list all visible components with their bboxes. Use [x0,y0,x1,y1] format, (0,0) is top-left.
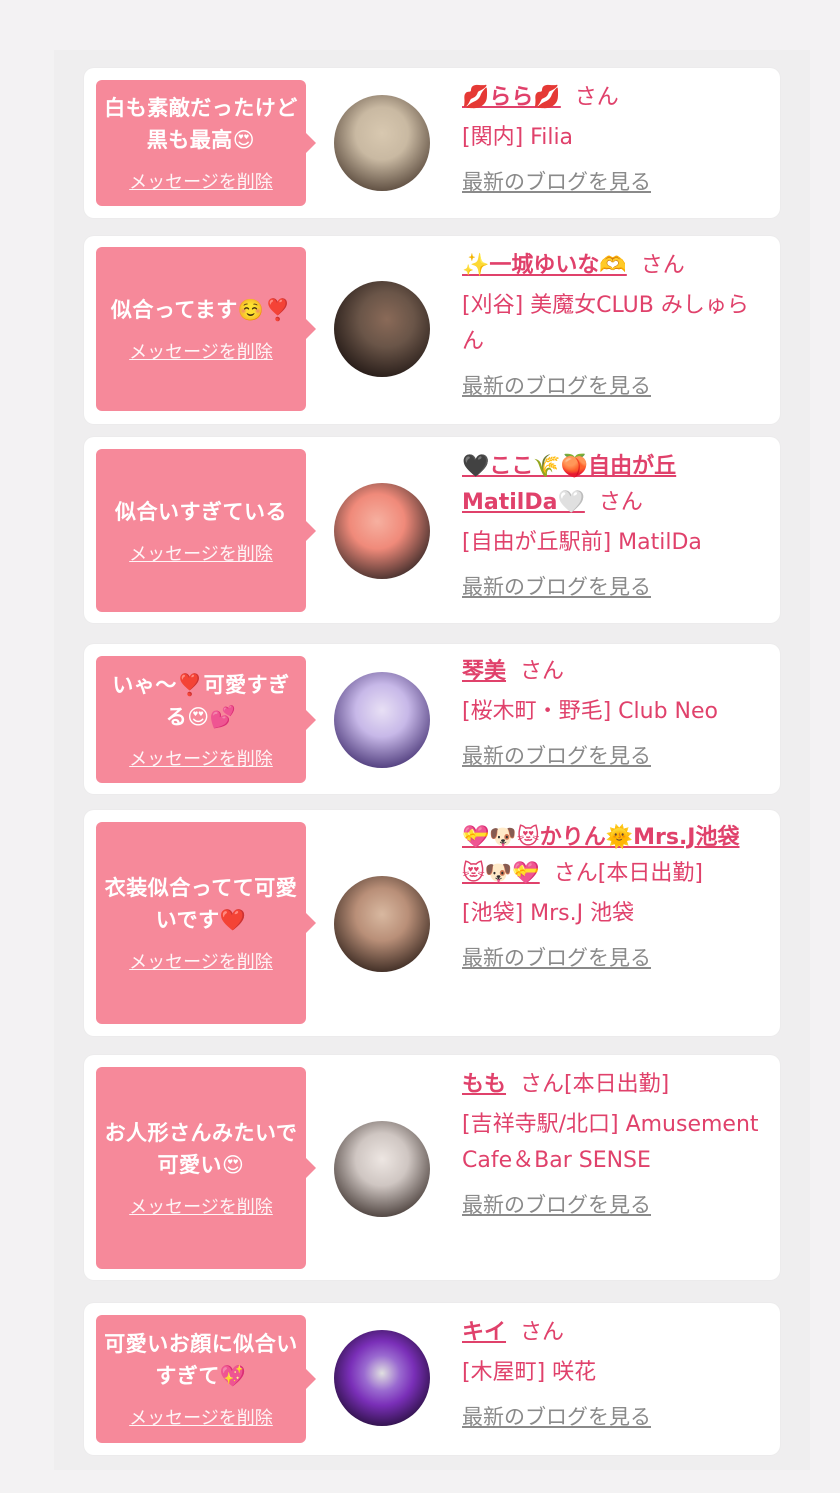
avatar[interactable] [334,876,430,972]
delete-message-link[interactable]: メッセージを削除 [129,540,273,566]
girl-name-link[interactable]: もも [462,1072,506,1097]
message-card: 似合いすぎている メッセージを削除 🖤ここ🌾🍑自由が丘MatilDa🤍 さん [自… [84,437,780,623]
honorific-text: さん [520,1072,565,1097]
message-text: 似合いすぎている [115,499,287,524]
delete-message-link[interactable]: メッセージを削除 [129,948,273,974]
delete-message-link[interactable]: メッセージを削除 [129,338,273,364]
girl-name-link[interactable]: 💋らら💋 [462,85,561,110]
message-card: 白も素敵だったけど黒も最高😍 メッセージを削除 💋らら💋 さん [関内] Fili… [84,68,780,218]
girl-name-link[interactable]: ✨一城ゆいな🫶 [462,253,627,278]
message-card: 可愛いお顔に似合いすぎて💖 メッセージを削除 キイ さん [木屋町] 咲花 最新の… [84,1303,780,1455]
delete-message-link[interactable]: メッセージを削除 [129,1404,273,1430]
status-text: [本日出勤] [564,1072,670,1097]
delete-message-link[interactable]: メッセージを削除 [129,168,273,194]
message-bubble: 可愛いお顔に似合いすぎて💖 メッセージを削除 [96,1315,316,1443]
honorific-text: さん [553,861,598,886]
message-card: いゃ〜❣️可愛すぎる😍💕 メッセージを削除 琴美 さん [桜木町・野毛] Club… [84,644,780,794]
latest-blog-link[interactable]: 最新のブログを見る [462,1401,651,1431]
girl-name-link[interactable]: キイ [462,1320,506,1345]
avatar[interactable] [334,1330,430,1426]
girl-name-link[interactable]: 🖤ここ🌾🍑自由が丘MatilDa🤍 [462,454,676,515]
message-card: お人形さんみたいで可愛い😍 メッセージを削除 もも さん[本日出勤] [吉祥寺駅/… [84,1055,780,1280]
delete-message-link[interactable]: メッセージを削除 [129,1193,273,1219]
avatar[interactable] [334,281,430,377]
message-text: お人形さんみたいで可愛い😍 [104,1121,298,1177]
avatar[interactable] [334,672,430,768]
shop-text: [自由が丘駅前] MatilDa [462,530,702,555]
avatar[interactable] [334,95,430,191]
status-text: [本日出勤] [597,861,703,886]
shop-text: [池袋] Mrs.J 池袋 [462,901,635,926]
honorific-text: さん [520,659,565,684]
message-text: 可愛いお顔に似合いすぎて💖 [104,1332,298,1388]
shop-text: [関内] Filia [462,125,574,150]
message-text: いゃ〜❣️可愛すぎる😍💕 [112,672,290,729]
latest-blog-link[interactable]: 最新のブログを見る [462,166,651,196]
girl-name-link[interactable]: 琴美 [462,659,506,684]
shop-text: [刈谷] 美魔女CLUB みしゅらん [462,293,749,354]
latest-blog-link[interactable]: 最新のブログを見る [462,740,651,770]
message-text: 白も素敵だったけど黒も最高😍 [104,96,298,152]
latest-blog-link[interactable]: 最新のブログを見る [462,370,651,400]
message-bubble: 白も素敵だったけど黒も最高😍 メッセージを削除 [96,80,316,206]
latest-blog-link[interactable]: 最新のブログを見る [462,571,651,601]
latest-blog-link[interactable]: 最新のブログを見る [462,942,651,972]
shop-text: [木屋町] 咲花 [462,1360,597,1385]
honorific-text: さん [520,1320,565,1345]
message-text: 似合ってます☺️❣️ [110,298,292,322]
delete-message-link[interactable]: メッセージを削除 [129,745,273,771]
avatar[interactable] [334,483,430,579]
message-bubble: 似合ってます☺️❣️ メッセージを削除 [96,247,316,411]
honorific-text: さん [640,253,685,278]
message-bubble: 似合いすぎている メッセージを削除 [96,449,316,612]
message-text: 衣装似合ってて可愛いです❤️ [104,876,298,932]
message-bubble: お人形さんみたいで可愛い😍 メッセージを削除 [96,1067,316,1269]
shop-text: [桜木町・野毛] Club Neo [462,699,718,724]
honorific-text: さん [574,85,619,110]
shop-text: [吉祥寺駅/北口] Amusement Cafe＆Bar SENSE [462,1112,759,1173]
message-card: 似合ってます☺️❣️ メッセージを削除 ✨一城ゆいな🫶 さん [刈谷] 美魔女CL… [84,236,780,424]
honorific-text: さん [598,490,643,515]
message-bubble: 衣装似合ってて可愛いです❤️ メッセージを削除 [96,822,316,1024]
message-card: 衣装似合ってて可愛いです❤️ メッセージを削除 💝🐶😻かりん🌞Mrs.J池袋😻🐶… [84,810,780,1036]
latest-blog-link[interactable]: 最新のブログを見る [462,1189,651,1219]
avatar[interactable] [334,1121,430,1217]
message-bubble: いゃ〜❣️可愛すぎる😍💕 メッセージを削除 [96,656,316,783]
